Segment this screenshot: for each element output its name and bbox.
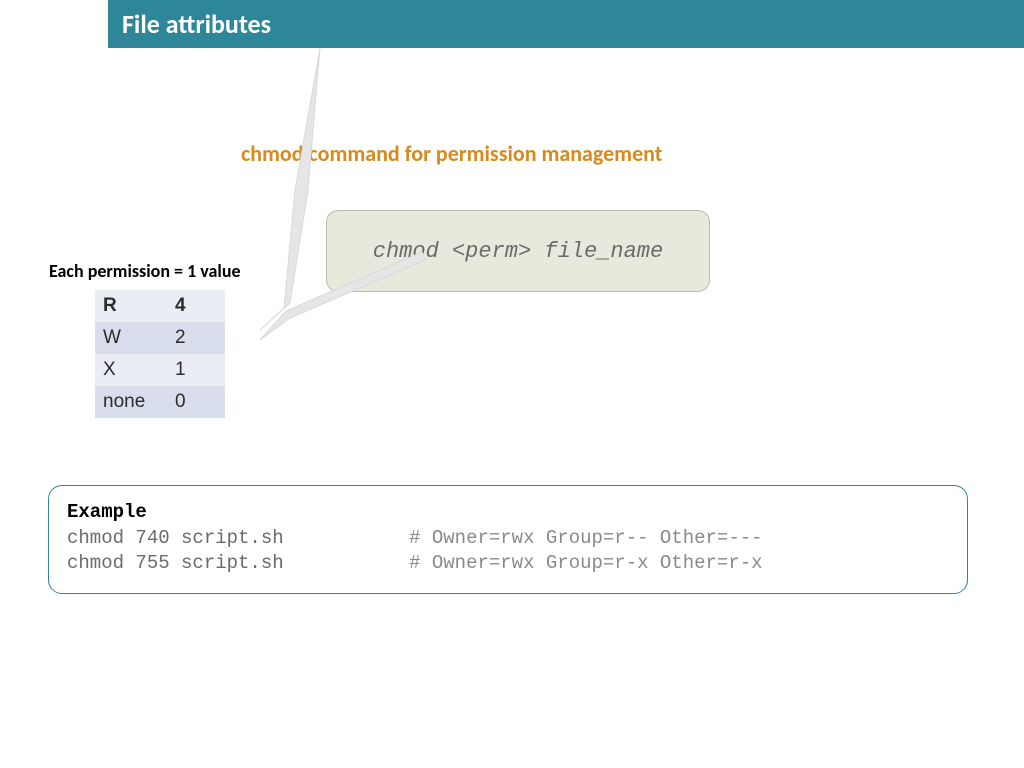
example-command: chmod 740 script.sh [67, 527, 284, 549]
permission-table-label: Each permission = 1 value [49, 260, 241, 282]
header-bar: File attributes [108, 0, 1024, 48]
example-comment: # Owner=rwx Group=r-x Other=r-x [409, 552, 762, 574]
table-row: W 2 [95, 322, 225, 354]
perm-name: X [95, 354, 167, 386]
permission-value-table: R 4 W 2 X 1 none 0 [95, 290, 225, 418]
syntax-text: chmod <perm> file_name [373, 239, 663, 264]
perm-value: 4 [167, 290, 225, 322]
table-row: X 1 [95, 354, 225, 386]
syntax-box: chmod <perm> file_name [326, 210, 710, 292]
example-command: chmod 755 script.sh [67, 552, 284, 574]
example-comment: # Owner=rwx Group=r-- Other=--- [409, 527, 762, 549]
example-box: Example chmod 740 script.sh # Owner=rwx … [48, 485, 968, 594]
perm-value: 1 [167, 354, 225, 386]
example-title: Example [67, 500, 949, 526]
perm-name: R [95, 290, 167, 322]
chmod-heading: chmod command for permission management [241, 140, 662, 167]
table-row: R 4 [95, 290, 225, 322]
example-lines: chmod 740 script.sh # Owner=rwx Group=r-… [67, 526, 949, 577]
perm-name: W [95, 322, 167, 354]
perm-value: 0 [167, 386, 225, 418]
perm-value: 2 [167, 322, 225, 354]
arrow-connector-icon [250, 40, 450, 340]
page-title: File attributes [122, 8, 271, 40]
perm-name: none [95, 386, 167, 418]
table-row: none 0 [95, 386, 225, 418]
